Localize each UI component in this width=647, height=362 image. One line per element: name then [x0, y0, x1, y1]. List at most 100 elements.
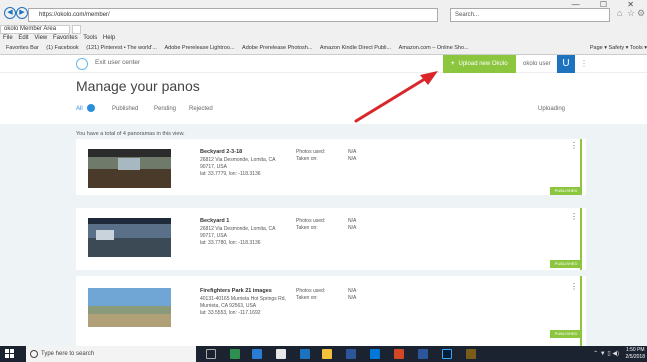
pano-thumbnail[interactable] — [88, 288, 171, 327]
cortana-icon[interactable] — [30, 350, 38, 358]
clock-date: 2/5/2018 — [625, 354, 645, 360]
photos-used-value: N/A — [348, 218, 357, 224]
tab-all[interactable]: All — [76, 104, 95, 112]
clock-time: 1:50 PM — [625, 347, 645, 353]
status-badge: PUBLISHED — [550, 330, 582, 338]
folder-icon[interactable] — [322, 349, 332, 359]
cortana-ring-icon[interactable] — [206, 349, 216, 359]
tab-pending[interactable]: Pending — [154, 106, 176, 112]
pano-address: 40131-40165 Murrieta Hot Springs Rd, Mur… — [200, 296, 286, 309]
pano-latlon: lat: 33.7779, lon: -118.3136 — [200, 171, 261, 177]
status-badge: PUBLISHED — [550, 260, 582, 268]
menu-edit[interactable]: Edit — [18, 35, 28, 41]
address-row: ◀ ▶ https://okolo.com/member/ Search... … — [0, 5, 647, 23]
exit-icon[interactable] — [76, 58, 88, 70]
app-header: Exit user center + Upload new Okolo okolo… — [0, 55, 647, 73]
tools-menu[interactable]: Tools — [630, 45, 643, 51]
word-icon[interactable] — [346, 349, 356, 359]
card-menu-icon[interactable]: ⋮ — [570, 212, 578, 221]
page-menu[interactable]: Page — [590, 45, 603, 51]
total-count-text: You have a total of 4 panoramas in this … — [76, 131, 185, 137]
menu-file[interactable]: File — [3, 35, 13, 41]
back-icon[interactable]: ◀ — [4, 7, 16, 19]
uploading-tab[interactable]: Uploading — [538, 106, 565, 112]
system-tray-icons[interactable]: ⌃ ▼ ▯ ◀) — [593, 350, 619, 357]
command-bar: Page ▾ Safety ▾ Tools ▾ — [589, 45, 647, 51]
exit-user-center-link[interactable]: Exit user center — [95, 59, 140, 66]
ie-icon[interactable] — [300, 349, 310, 359]
red-arrow-annotation — [354, 71, 438, 123]
pano-latlon: lat: 33.5553, lon: -117.1692 — [200, 310, 261, 316]
pano-latlon: lat: 33.7780, lon: -118.3136 — [200, 240, 261, 246]
taken-on-value: N/A — [348, 295, 357, 301]
favorites-bar: Favorites Bar (1) Facebook (121) Pintere… — [0, 43, 647, 54]
taken-on-value: N/A — [348, 156, 357, 162]
pano-title[interactable]: Firefighters Park 21 images — [200, 288, 272, 294]
clock[interactable]: 1:50 PM 2/5/2018 — [626, 347, 645, 361]
browser-chrome: — ☐ ✕ ◀ ▶ https://okolo.com/member/ Sear… — [0, 0, 647, 55]
gear-icon[interactable]: ⚙ — [637, 8, 645, 19]
pano-card[interactable]: Beckyard 2-3-18 26812 Via Desmonde, Lomi… — [76, 139, 586, 195]
browser-tab[interactable]: okolo Member Area — [0, 25, 70, 34]
access-icon[interactable] — [394, 349, 404, 359]
favorite-item[interactable]: Adobe Prerelease Photosh... — [242, 43, 312, 54]
taken-on-label: Taken on: — [296, 225, 318, 231]
pano-title[interactable]: Beckyard 2-3-18 — [200, 149, 242, 155]
forward-icon[interactable]: ▶ — [16, 7, 28, 19]
menu-favorites[interactable]: Favorites — [53, 35, 78, 41]
plus-icon: + — [451, 61, 455, 67]
page-title: Manage your panos — [76, 78, 200, 94]
favorite-item[interactable]: Favorites Bar — [6, 43, 39, 54]
tab-published[interactable]: Published — [112, 106, 138, 112]
card-menu-icon[interactable]: ⋮ — [570, 282, 578, 291]
pano-list: You have a total of 4 panoramas in this … — [0, 124, 647, 346]
safety-menu[interactable]: Safety — [609, 45, 625, 51]
windows-start-icon[interactable] — [5, 349, 15, 359]
favorite-item[interactable]: (1) Facebook — [46, 43, 78, 54]
browser-search-input[interactable]: Search... — [450, 8, 610, 22]
favorite-item[interactable]: Amazon.com – Online Sho... — [399, 43, 469, 54]
pano-thumbnail[interactable] — [88, 149, 171, 188]
outlook-icon[interactable] — [370, 349, 380, 359]
favorite-item[interactable]: Amazon Kindle Direct Publi... — [320, 43, 391, 54]
upload-label: Upload new Okolo — [458, 61, 508, 67]
photos-used-label: Photos used: — [296, 149, 326, 155]
photos-used-label: Photos used: — [296, 218, 326, 224]
taken-on-value: N/A — [348, 225, 357, 231]
taken-on-label: Taken on: — [296, 156, 318, 162]
pano-card[interactable]: Firefighters Park 21 images 40131-40165 … — [76, 276, 586, 346]
app-icon-3[interactable] — [466, 349, 476, 359]
pano-address: 26812 Via Desmonde, Lomita, CA 90717, US… — [200, 226, 276, 239]
taken-on-label: Taken on: — [296, 295, 318, 301]
upload-new-button[interactable]: + Upload new Okolo — [443, 55, 516, 73]
menu-help[interactable]: Help — [103, 35, 115, 41]
favorite-item[interactable]: Adobe Prerelease Lightroo... — [164, 43, 234, 54]
pano-address: 26812 Via Desmonde, Lomita, CA 90717, US… — [200, 157, 276, 170]
app-icon[interactable] — [230, 349, 240, 359]
app-icon-2[interactable] — [418, 349, 428, 359]
tab-all-badge — [87, 104, 95, 112]
user-name[interactable]: okolo user — [523, 55, 551, 73]
card-menu-icon[interactable]: ⋮ — [570, 141, 578, 150]
address-bar[interactable]: https://okolo.com/member/ — [28, 8, 438, 22]
tab-rejected[interactable]: Rejected — [189, 106, 213, 112]
okolo-logo[interactable]: U — [557, 55, 575, 73]
pano-card[interactable]: Beckyard 1 26812 Via Desmonde, Lomita, C… — [76, 208, 586, 270]
menu-tools[interactable]: Tools — [83, 35, 97, 41]
home-icon[interactable]: ⌂ — [617, 8, 622, 18]
new-tab-button[interactable] — [72, 25, 81, 34]
photos-used-value: N/A — [348, 149, 357, 155]
store-icon[interactable] — [276, 349, 286, 359]
pano-title[interactable]: Beckyard 1 — [200, 218, 229, 224]
photoshop-icon[interactable] — [442, 349, 452, 359]
star-icon[interactable]: ☆ — [627, 8, 635, 19]
more-menu-icon[interactable]: ⋮ — [580, 55, 588, 73]
edge-icon[interactable] — [252, 349, 262, 359]
photos-used-label: Photos used: — [296, 288, 326, 294]
photos-used-value: N/A — [348, 288, 357, 294]
menu-bar: File Edit View Favorites Tools Help — [0, 34, 119, 43]
taskbar-search-input[interactable]: Type here to search — [26, 346, 196, 362]
menu-view[interactable]: View — [34, 35, 47, 41]
favorite-item[interactable]: (121) Pinterest • The world'... — [86, 43, 157, 54]
pano-thumbnail[interactable] — [88, 218, 171, 257]
